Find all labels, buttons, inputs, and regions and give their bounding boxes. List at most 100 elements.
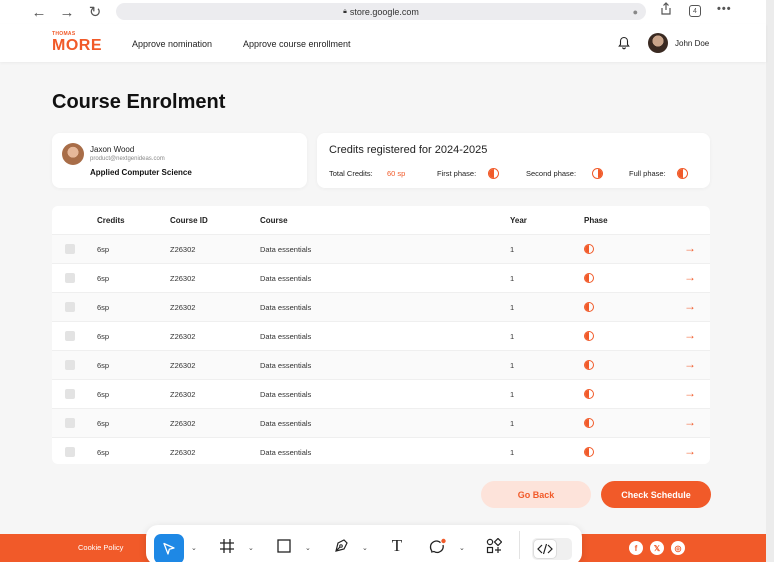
comment-tool[interactable] [428,536,448,556]
logo-big-text: MORE [52,37,102,54]
rectangle-icon [277,539,291,553]
chevron-down-icon[interactable]: ⌄ [248,544,254,552]
row-arrow-icon[interactable]: → [684,241,696,255]
row-arrow-icon[interactable]: → [684,299,696,313]
row-phase-icon [584,360,594,370]
address-bar[interactable]: 🔒︎ store.google.com ● [116,3,646,20]
row-arrow-icon[interactable]: → [684,270,696,284]
total-credits-label: Total Credits: [329,169,373,178]
toolbar-divider [519,531,520,559]
chevron-down-icon[interactable]: ⌄ [459,544,465,552]
row-checkbox[interactable] [65,418,75,428]
row-arrow-icon[interactable]: → [684,444,696,458]
tabs-icon[interactable]: 4 [689,5,701,17]
row-checkbox[interactable] [65,360,75,370]
table-row[interactable]: 6sp Z26302 Data essentials 1 → [52,234,710,263]
select-tool[interactable] [154,534,184,562]
url-text: store.google.com [349,6,419,17]
nav-approve-course-enrollment[interactable]: Approve course enrollment [243,39,351,49]
row-phase-icon [584,302,594,312]
cursor-icon [163,542,175,555]
table-row[interactable]: 6sp Z26302 Data essentials 1 → [52,408,710,437]
components-icon [486,538,502,554]
row-checkbox[interactable] [65,302,75,312]
check-schedule-button[interactable]: Check Schedule [601,481,711,508]
nav-approve-nomination[interactable]: Approve nomination [132,39,212,49]
row-arrow-icon[interactable]: → [684,328,696,342]
cookie-policy-link[interactable]: Cookie Policy [78,543,123,552]
user-name[interactable]: John Doe [675,39,709,48]
instagram-icon[interactable]: ◎ [671,541,685,555]
row-phase-icon [584,244,594,254]
pen-icon [335,539,348,552]
header-credits: Credits [97,216,125,225]
window-edge [766,0,774,562]
table-row[interactable]: 6sp Z26302 Data essentials 1 → [52,263,710,292]
x-icon[interactable]: 𝕏 [650,541,664,555]
row-arrow-icon[interactable]: → [684,415,696,429]
page: ← → ↻ 🔒︎ store.google.com ● 4 ••• THOMAS… [0,0,774,562]
row-arrow-icon[interactable]: → [684,357,696,371]
header-phase: Phase [584,216,608,225]
row-year: 1 [510,274,515,283]
code-icon [537,543,553,555]
back-arrow-icon[interactable]: ← [30,3,48,21]
row-course-id: Z26302 [170,274,196,283]
row-course: Data essentials [260,390,312,399]
row-checkbox[interactable] [65,244,75,254]
user-avatar[interactable] [648,33,668,53]
bell-icon[interactable] [618,36,630,50]
app-header: THOMAS MORE Approve nomination Approve c… [0,24,766,62]
row-course-id: Z26302 [170,361,196,370]
row-course-id: Z26302 [170,332,196,341]
row-checkbox[interactable] [65,273,75,283]
share-icon[interactable] [660,2,672,15]
student-name: Jaxon Wood [90,145,135,154]
microphone-icon[interactable]: ● [633,7,638,17]
row-year: 1 [510,361,515,370]
header-course-id: Course ID [170,216,208,225]
text-tool[interactable]: T [387,536,407,556]
table-row[interactable]: 6sp Z26302 Data essentials 1 → [52,292,710,321]
row-course: Data essentials [260,303,312,312]
reload-icon[interactable]: ↻ [86,3,104,21]
total-credits-value: 60 sp [387,169,406,178]
code-tool[interactable] [534,540,556,558]
row-checkbox[interactable] [65,331,75,341]
full-phase-icon [677,168,688,179]
lock-icon: 🔒︎ [343,7,347,15]
table-row[interactable]: 6sp Z26302 Data essentials 1 → [52,350,710,379]
first-phase-icon [488,168,499,179]
components-tool[interactable] [484,536,504,556]
row-credits: 6sp [97,245,110,254]
row-checkbox[interactable] [65,389,75,399]
row-credits: 6sp [97,448,110,457]
frame-tool[interactable] [217,536,237,556]
student-program: Applied Computer Science [90,168,192,177]
row-arrow-icon[interactable]: → [684,386,696,400]
row-checkbox[interactable] [65,447,75,457]
table-row[interactable]: 6sp Z26302 Data essentials 1 → [52,437,710,464]
row-year: 1 [510,419,515,428]
pen-tool[interactable] [331,536,351,556]
row-year: 1 [510,332,515,341]
chevron-down-icon[interactable]: ⌄ [191,544,197,552]
more-icon[interactable]: ••• [717,3,732,15]
chevron-down-icon[interactable]: ⌄ [362,544,368,552]
thomas-more-logo[interactable]: THOMAS MORE [52,32,102,54]
row-course: Data essentials [260,361,312,370]
chevron-down-icon[interactable]: ⌄ [305,544,311,552]
row-course-id: Z26302 [170,419,196,428]
forward-arrow-icon[interactable]: → [58,3,76,21]
row-course-id: Z26302 [170,245,196,254]
facebook-icon[interactable]: f [629,541,643,555]
go-back-button[interactable]: Go Back [481,481,591,508]
second-phase-label: Second phase: [526,169,577,178]
row-course: Data essentials [260,419,312,428]
table-row[interactable]: 6sp Z26302 Data essentials 1 → [52,379,710,408]
rectangle-tool[interactable] [274,536,294,556]
row-course: Data essentials [260,245,312,254]
student-avatar [62,143,84,165]
table-row[interactable]: 6sp Z26302 Data essentials 1 → [52,321,710,350]
header-year: Year [510,216,527,225]
